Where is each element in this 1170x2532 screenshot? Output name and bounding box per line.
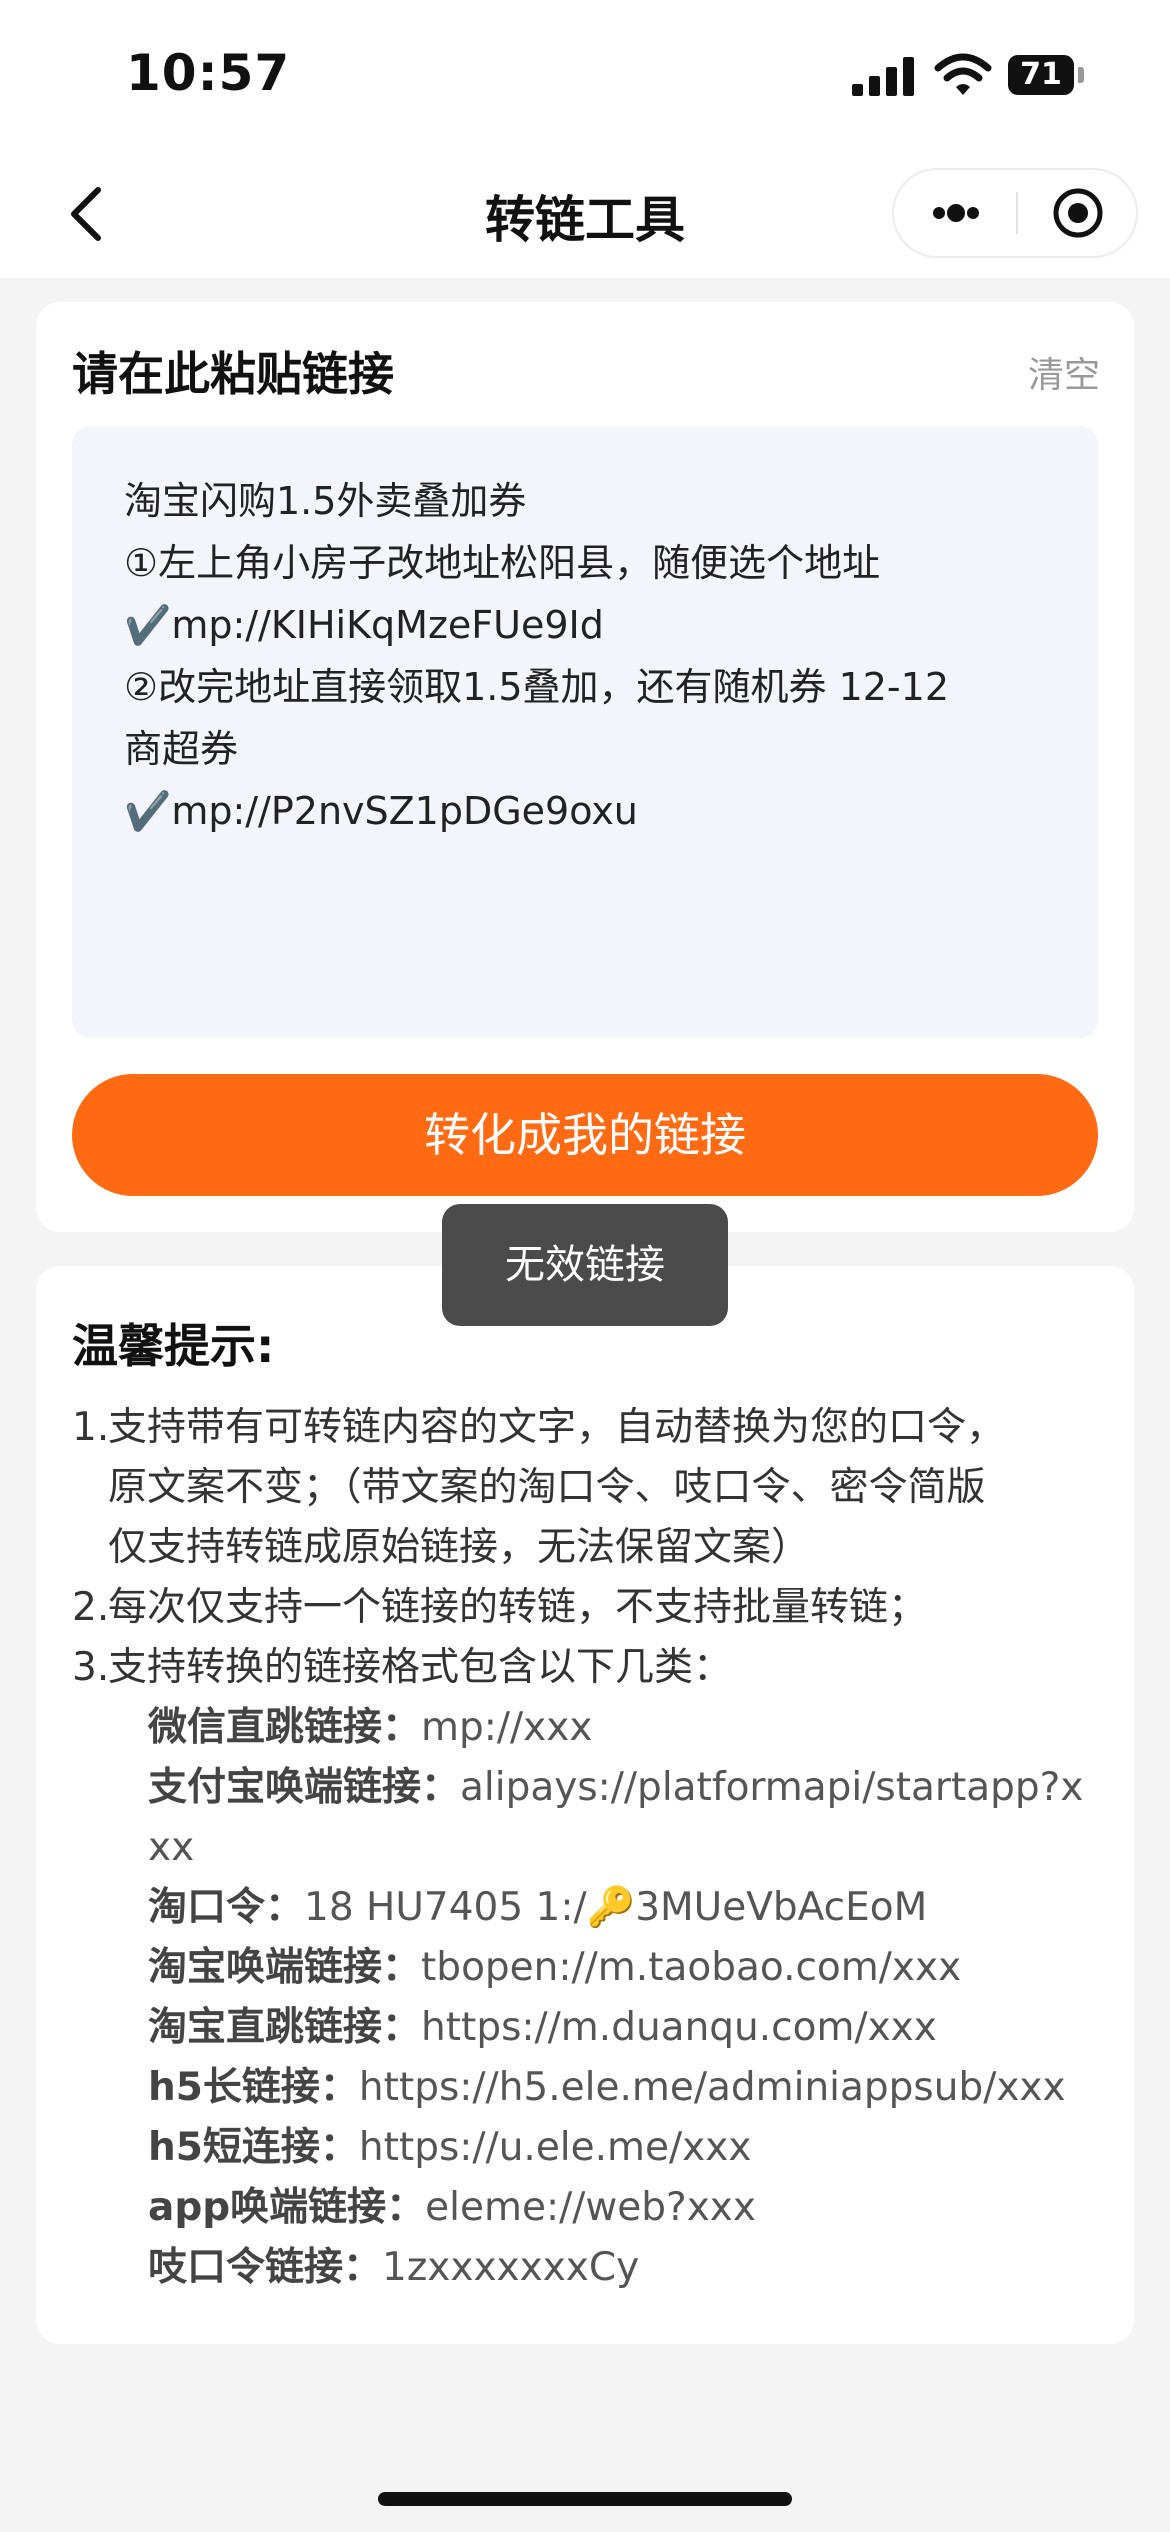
format-key: h5短连接： (148, 2125, 359, 2170)
tip-number: 1. (72, 1405, 110, 1450)
textarea-line: 商超券 (124, 727, 239, 771)
format-row: 淘口令：18 HU7405 1:/🔑3MUeVbAcEoM (72, 1878, 1122, 1938)
status-bar: 10:57 71 (0, 0, 1170, 150)
battery-level: 71 (1008, 55, 1074, 95)
link-textarea[interactable]: 淘宝闪购1.5外卖叠加券 ①左上角小房子改地址松阳县，随便选个地址 ✔️mp:/… (72, 426, 1098, 1038)
format-value: https://u.ele.me/xxx (358, 2125, 752, 2170)
status-time: 10:57 (126, 44, 291, 102)
format-row: h5短连接：https://u.ele.me/xxx (72, 2118, 1122, 2178)
textarea-line: ✔️mp://P2nvSZ1pDGe9oxu (124, 789, 638, 833)
toast-invalid-link: 无效链接 (442, 1204, 728, 1326)
link-input-card: 请在此粘贴链接 清空 淘宝闪购1.5外卖叠加券 ①左上角小房子改地址松阳县，随便… (36, 302, 1134, 1232)
textarea-line: ✔️mp://KIHiKqMzeFUe9Id (124, 603, 604, 647)
tip-line: 支持转换的链接格式包含以下几类： (108, 1645, 733, 1690)
tips-list: 1. 支持带有可转链内容的文字，自动替换为您的口令， 原文案不变；（带文案的淘口… (72, 1398, 1122, 2298)
tip-line: 支持带有可转链内容的文字，自动替换为您的口令， (108, 1405, 1006, 1450)
format-key: 淘口令： (148, 1885, 305, 1930)
format-value: eleme://web?xxx (425, 2185, 756, 2230)
format-row: 微信直跳链接：mp://xxx (72, 1698, 1122, 1758)
format-row: xx (72, 1818, 1122, 1878)
format-key: 淘宝直跳链接： (148, 2005, 422, 2050)
tip-item: 2. 每次仅支持一个链接的转链，不支持批量转链； (72, 1578, 1122, 1638)
tip-number: 2. (72, 1585, 110, 1630)
tip-number: 3. (72, 1645, 110, 1690)
tip-line: 每次仅支持一个链接的转链，不支持批量转链； (108, 1585, 928, 1630)
cellular-signal-icon (852, 57, 914, 96)
format-row: 吱口令链接：1zxxxxxxxCy (72, 2238, 1122, 2298)
input-label: 请在此粘贴链接 (72, 347, 394, 401)
tips-card: 温馨提示: 1. 支持带有可转链内容的文字，自动替换为您的口令， 原文案不变；（… (36, 1266, 1134, 2344)
format-row: 支付宝唤端链接：alipays://platformapi/startapp?x (72, 1758, 1122, 1818)
format-row: 淘宝唤端链接：tbopen://m.taobao.com/xxx (72, 1938, 1122, 1998)
textarea-line: 淘宝闪购1.5外卖叠加券 (124, 479, 527, 523)
tip-line: 原文案不变；（带文案的淘口令、吱口令、密令简版 (108, 1465, 986, 1510)
miniapp-capsule (892, 168, 1138, 258)
format-key: h5长链接： (148, 2065, 359, 2110)
format-key: 支付宝唤端链接： (148, 1765, 461, 1810)
format-row: h5长链接：https://h5.ele.me/adminiappsub/xxx (72, 2058, 1122, 2118)
format-value: xx (148, 1825, 195, 1870)
tips-title: 温馨提示: (72, 1319, 275, 1373)
format-key: 吱口令链接： (148, 2245, 383, 2290)
tip-line: 仅支持转链成原始链接，无法保留文案） (108, 1525, 811, 1570)
textarea-line: ②改完地址直接领取1.5叠加，还有随机券 12-12 (124, 665, 949, 709)
battery-cap (1078, 67, 1084, 83)
format-value: 18 HU7405 1:/🔑3MUeVbAcEoM (304, 1885, 928, 1930)
tip-item: 1. 支持带有可转链内容的文字，自动替换为您的口令， 原文案不变；（带文案的淘口… (72, 1398, 1122, 1578)
home-indicator[interactable] (378, 2492, 792, 2506)
format-row: 淘宝直跳链接：https://m.duanqu.com/xxx (72, 1998, 1122, 2058)
format-row: app唤端链接：eleme://web?xxx (72, 2178, 1122, 2238)
convert-link-button[interactable]: 转化成我的链接 (72, 1074, 1098, 1196)
wifi-icon (934, 53, 992, 95)
format-value: alipays://platformapi/startapp?x (460, 1765, 1084, 1810)
format-value: 1zxxxxxxxCy (382, 2245, 640, 2290)
format-value: tbopen://m.taobao.com/xxx (421, 1945, 962, 1990)
battery-icon: 71 (1008, 55, 1086, 95)
format-key: 淘宝唤端链接： (148, 1945, 422, 1990)
close-miniapp-icon[interactable] (1018, 170, 1136, 256)
more-icon[interactable] (894, 170, 1016, 256)
format-key: app唤端链接： (148, 2185, 426, 2230)
format-value: https://h5.ele.me/adminiappsub/xxx (358, 2065, 1066, 2110)
format-value: https://m.duanqu.com/xxx (421, 2005, 937, 2050)
textarea-line: ①左上角小房子改地址松阳县，随便选个地址 (124, 541, 881, 585)
nav-bar: 转链工具 (0, 150, 1170, 278)
clear-button[interactable]: 清空 (1028, 346, 1100, 398)
tip-item: 3. 支持转换的链接格式包含以下几类： (72, 1638, 1122, 1698)
format-value: mp://xxx (421, 1705, 593, 1750)
format-key: 微信直跳链接： (148, 1705, 422, 1750)
